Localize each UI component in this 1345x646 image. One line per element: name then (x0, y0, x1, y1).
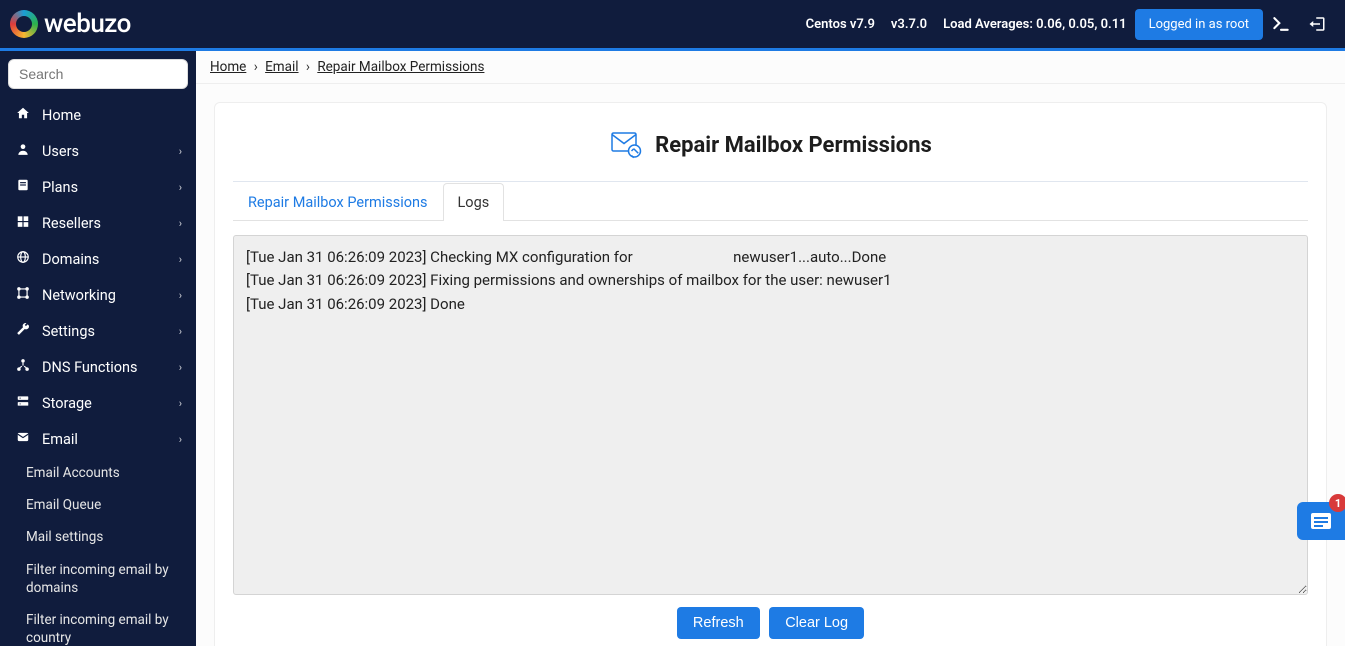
main-panel: Repair Mailbox Permissions Repair Mailbo… (214, 102, 1327, 646)
refresh-button[interactable]: Refresh (677, 607, 760, 639)
chevron-right-icon: › (179, 181, 182, 194)
user-icon (14, 142, 32, 160)
chevron-right-icon: › (179, 361, 182, 374)
plans-icon (14, 178, 32, 196)
chevron-right-icon: › (179, 289, 182, 302)
breadcrumb-separator: › (306, 59, 310, 75)
breadcrumb-email[interactable]: Email (265, 59, 298, 75)
logout-icon[interactable] (1305, 12, 1329, 36)
storage-icon (14, 394, 32, 412)
chevron-right-icon: › (179, 253, 182, 266)
sidebar-item-label: Users (42, 143, 179, 160)
main-content: Home › Email › Repair Mailbox Permission… (196, 51, 1345, 646)
sidebar-item-email[interactable]: Email› (0, 421, 196, 457)
breadcrumb-current[interactable]: Repair Mailbox Permissions (317, 59, 484, 75)
logged-in-button[interactable]: Logged in as root (1135, 9, 1263, 40)
logo-swirl-icon (10, 10, 38, 38)
sidebar-subitem-filter-incoming-email-by-country[interactable]: Filter incoming email by country (0, 604, 196, 646)
network-icon (14, 286, 32, 304)
chevron-right-icon: › (179, 217, 182, 230)
sidebar-item-dns-functions[interactable]: DNS Functions› (0, 349, 196, 385)
clear-log-button[interactable]: Clear Log (769, 607, 864, 639)
sidebar-item-label: Networking (42, 287, 179, 304)
sidebar-item-networking[interactable]: Networking› (0, 277, 196, 313)
breadcrumb-home[interactable]: Home (210, 59, 246, 75)
home-icon (14, 106, 32, 124)
sidebar-subitem-email-accounts[interactable]: Email Accounts (0, 457, 196, 489)
sidebar-item-label: Settings (42, 323, 179, 340)
sidebar-item-label: Email (42, 431, 179, 448)
sidebar-item-users[interactable]: Users› (0, 133, 196, 169)
chevron-right-icon: › (179, 145, 182, 158)
breadcrumb-separator: › (254, 59, 258, 75)
sidebar-item-label: Resellers (42, 215, 179, 232)
os-label: Centos v7.9 (806, 17, 875, 32)
sidebar-item-plans[interactable]: Plans› (0, 169, 196, 205)
chevron-right-icon: › (179, 433, 182, 446)
sidebar-subitem-email-queue[interactable]: Email Queue (0, 489, 196, 521)
search-input[interactable] (8, 59, 188, 89)
mail-repair-icon (609, 127, 645, 163)
log-output[interactable]: [Tue Jan 31 06:26:09 2023] Checking MX c… (233, 235, 1308, 595)
load-averages: Load Averages: 0.06, 0.05, 0.11 (943, 17, 1126, 32)
version-label: v3.7.0 (891, 17, 927, 32)
page-title: Repair Mailbox Permissions (655, 133, 932, 158)
tab-repair[interactable]: Repair Mailbox Permissions (233, 183, 443, 221)
chevron-right-icon: › (179, 397, 182, 410)
sidebar-item-domains[interactable]: Domains› (0, 241, 196, 277)
tabs: Repair Mailbox Permissions Logs (233, 182, 1308, 221)
brand-logo[interactable]: webuzo (10, 9, 131, 39)
breadcrumb: Home › Email › Repair Mailbox Permission… (196, 51, 1345, 84)
sidebar-item-storage[interactable]: Storage› (0, 385, 196, 421)
resellers-icon (14, 214, 32, 232)
sidebar-subitem-mail-settings[interactable]: Mail settings (0, 521, 196, 553)
sidebar-item-label: Plans (42, 179, 179, 196)
sidebar-item-home[interactable]: Home (0, 97, 196, 133)
sidebar-item-label: Home (42, 107, 182, 124)
dns-icon (14, 358, 32, 376)
sidebar-item-settings[interactable]: Settings› (0, 313, 196, 349)
sidebar-item-label: Storage (42, 395, 179, 412)
notifications-button[interactable]: 1 (1297, 502, 1345, 540)
brand-name: webuzo (44, 9, 131, 39)
mail-icon (14, 430, 32, 448)
sidebar-subitem-filter-incoming-email-by-domains[interactable]: Filter incoming email by domains (0, 554, 196, 604)
notification-badge: 1 (1329, 494, 1345, 512)
top-bar: webuzo Centos v7.9 v3.7.0 Load Averages:… (0, 0, 1345, 48)
globe-icon (14, 250, 32, 268)
sidebar-item-label: DNS Functions (42, 359, 179, 376)
sidebar: HomeUsers›Plans›Resellers›Domains›Networ… (0, 51, 196, 646)
chevron-right-icon: › (179, 325, 182, 338)
sidebar-item-resellers[interactable]: Resellers› (0, 205, 196, 241)
sidebar-item-label: Domains (42, 251, 179, 268)
wrench-icon (14, 322, 32, 340)
terminal-icon[interactable] (1269, 12, 1293, 36)
tab-logs[interactable]: Logs (443, 183, 505, 221)
